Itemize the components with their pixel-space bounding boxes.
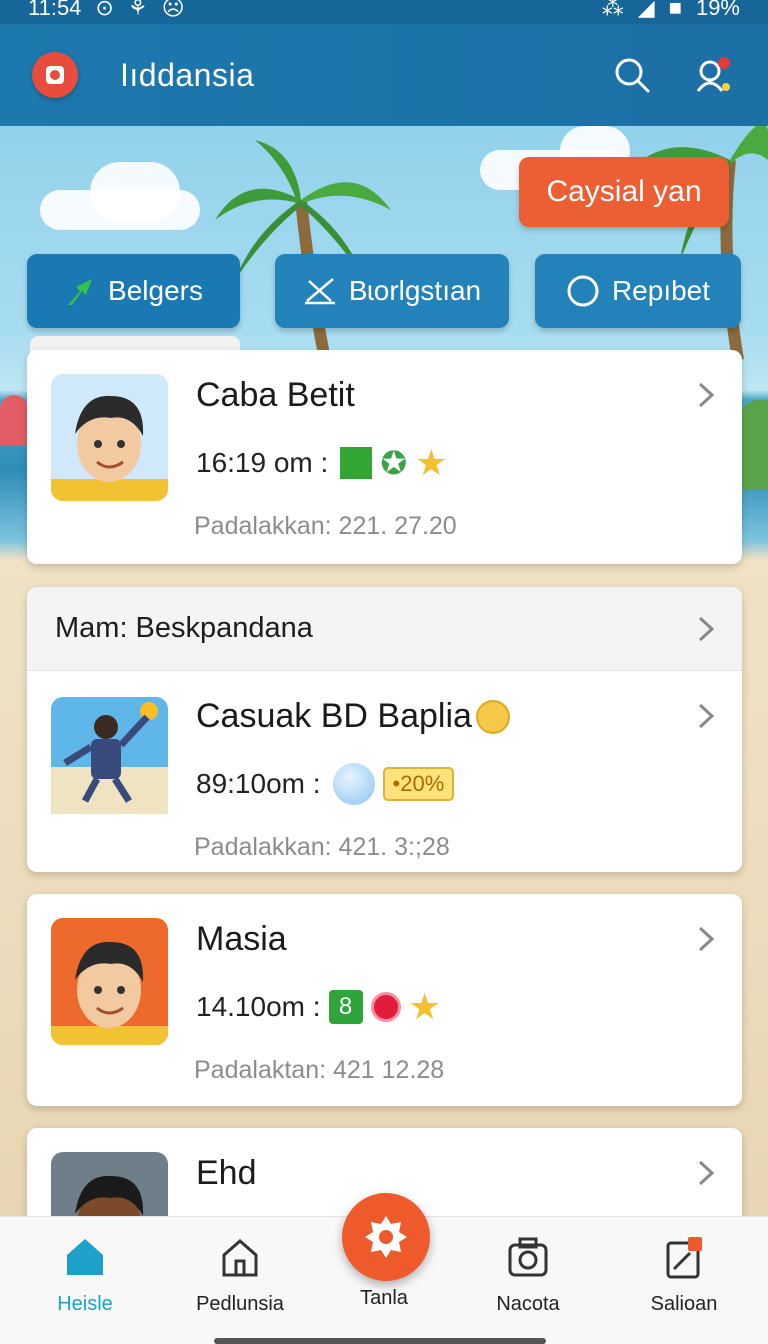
section-header[interactable]: Mam: Beskpandana: [27, 587, 742, 671]
card-name: Ehd: [196, 1154, 257, 1192]
card-time: 14.10om :: [196, 991, 321, 1022]
chevron-right-icon[interactable]: [694, 924, 718, 954]
signal-icon: ◢: [637, 0, 655, 20]
filter-label: Belgers: [108, 275, 203, 306]
battery-level: 19%: [695, 0, 740, 20]
card-time-row: 16:19 om : ✪ ★: [196, 442, 447, 484]
nav-label: Pedlunsia: [196, 1293, 284, 1315]
star-outline-icon: ✪: [380, 445, 408, 481]
face-icon: ☹: [161, 0, 185, 20]
nav-label: Heisle: [57, 1293, 113, 1315]
nav-label: Nacota: [496, 1293, 560, 1315]
card-time: 16:19 om :: [196, 447, 329, 478]
avatar: [51, 374, 168, 501]
gear-icon[interactable]: [342, 1193, 430, 1281]
card-name: Casuak BD Baplia: [196, 697, 510, 736]
circle-icon: [567, 275, 599, 307]
chevron-right-icon[interactable]: [694, 380, 718, 410]
list-card[interactable]: Masia 14.10om : 8 ★ Padalaktan: 421 12.2…: [27, 894, 742, 1106]
green-square-icon: [340, 447, 373, 479]
card-detail: Padalakkan: 421. 3:;28: [194, 833, 450, 861]
discount-badge: •20%: [382, 767, 455, 801]
red-circle-icon: [370, 992, 401, 1022]
card-detail: Padalakkan: 221. 27.20: [194, 512, 457, 540]
app-title: Iıddansia: [120, 56, 255, 93]
wifi-icon: ⁂: [601, 0, 624, 20]
chart-icon: [304, 278, 335, 305]
card-detail: Padalaktan: 421 12.28: [194, 1056, 445, 1084]
star-icon: ★: [415, 442, 448, 483]
avatar: [51, 697, 168, 824]
search-icon[interactable]: [610, 53, 654, 97]
filter-button-repibet[interactable]: Repıbet: [535, 254, 741, 328]
home-icon: [67, 1239, 103, 1275]
number-badge: 8: [328, 990, 363, 1024]
document-icon: [666, 1237, 702, 1279]
filter-button-belgers[interactable]: Belgers: [27, 254, 240, 328]
leaf-icon: ⚘: [127, 0, 148, 20]
card-name: Caba Betit: [196, 376, 355, 414]
nav-item-home[interactable]: Heisle: [25, 1235, 145, 1316]
card-name: Masia: [196, 920, 287, 958]
nav-label: Tanla: [360, 1287, 408, 1309]
section-card[interactable]: Mam: Beskpandana Casuak BD Baplia 89:10o…: [27, 587, 742, 872]
promo-button[interactable]: Caysial yan: [519, 157, 729, 227]
app-header: Iıddansia: [0, 24, 768, 126]
nav-label: Salioan: [650, 1293, 718, 1315]
nav-item-nacota[interactable]: Nacota: [468, 1235, 588, 1316]
card-name-text: Casuak BD Baplia: [196, 697, 472, 735]
list-card[interactable]: Caba Betit 16:19 om : ✪ ★ Padalakkan: 22…: [27, 350, 742, 564]
arrow-up-icon: [68, 279, 93, 305]
avatar: [51, 918, 168, 1045]
status-bar: 11:54 ⊙ ⚘ ☹ ⁂ ◢ ■ 19%: [0, 0, 768, 24]
star-icon: ★: [408, 986, 441, 1027]
battery-icon: ■: [668, 0, 682, 20]
camera-icon: [508, 1237, 548, 1277]
smile-icon: [475, 699, 510, 734]
profile-notification-icon[interactable]: [692, 53, 736, 97]
app-logo-icon[interactable]: [32, 52, 78, 98]
chevron-right-icon[interactable]: [694, 614, 718, 644]
filter-label: Bɩorlgstıan: [348, 275, 482, 306]
filter-label: Repıbet: [611, 275, 711, 306]
home-indicator: [214, 1338, 546, 1344]
nav-item-pedlunsia[interactable]: Pedlunsia: [180, 1235, 300, 1316]
filter-button-borlgstian[interactable]: Bɩorlgstıan: [275, 254, 509, 328]
nav-item-salioan[interactable]: Salioan: [624, 1235, 744, 1316]
section-title: Mam: Beskpandana: [55, 612, 313, 644]
status-time: 11:54: [28, 0, 82, 20]
card-time: 89:10om :: [196, 768, 321, 799]
card-time-row: 14.10om : 8 ★: [196, 986, 441, 1028]
blob-face-icon: [332, 763, 375, 805]
chevron-right-icon[interactable]: [694, 701, 718, 731]
card-time-row: 89:10om : •20%: [196, 763, 455, 805]
nav-item-tanla[interactable]: Tanla: [324, 1279, 444, 1310]
building-icon: [222, 1239, 258, 1277]
notification-icon: ⊙: [95, 0, 114, 20]
chevron-right-icon[interactable]: [694, 1158, 718, 1188]
